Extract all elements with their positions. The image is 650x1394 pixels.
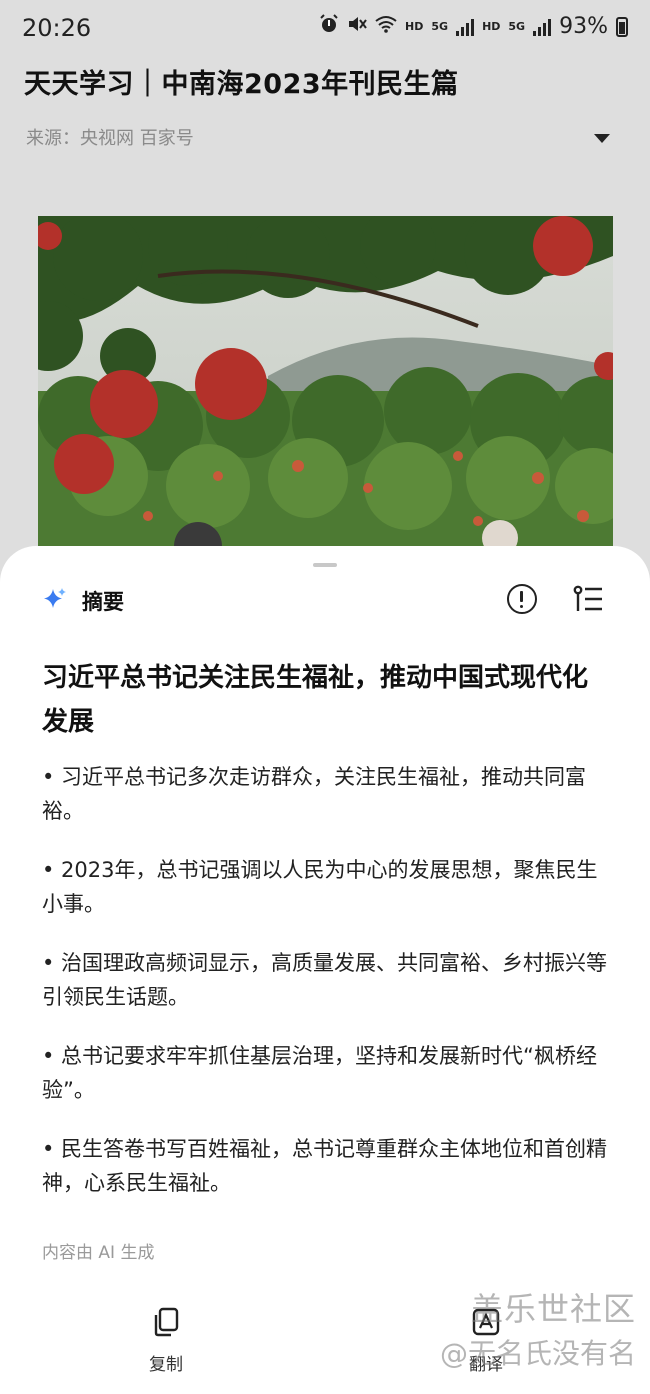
- summary-bottom-sheet: 摘要 习近平总书记关注民生福祉，推动中国式现代化发展 • 习近平总书记多次走访群…: [0, 546, 650, 1394]
- copy-label: 复制: [149, 1355, 183, 1375]
- hd-badge-2: HD: [482, 20, 501, 33]
- summary-header: 摘要: [42, 586, 124, 616]
- status-bar: 20:26 HD 5G HD 5G 93%: [0, 0, 650, 60]
- alarm-icon: [319, 14, 339, 39]
- battery-percent: 93%: [559, 14, 608, 39]
- battery-icon: [616, 16, 628, 37]
- copy-button[interactable]: 复制: [130, 1306, 202, 1375]
- outline-list-icon[interactable]: [572, 584, 604, 614]
- signal-icon-2: [533, 18, 552, 36]
- ai-generated-note: 内容由 AI 生成: [42, 1243, 155, 1263]
- summary-bullet: • 民生答卷书写百姓福祉，总书记尊重群众主体地位和首创精神，心系民生福祉。: [42, 1137, 608, 1195]
- hd-badge-1: HD: [405, 20, 424, 33]
- signal-icon: [456, 18, 475, 36]
- network-badge-1: 5G: [431, 20, 449, 33]
- summary-bullet: • 总书记要求牢牢抓住基层治理，坚持和发展新时代“枫桥经验”。: [42, 1044, 597, 1102]
- article-title[interactable]: 天天学习｜中南海2023年刊民生篇: [24, 62, 459, 101]
- status-icons: HD 5G HD 5G 93%: [319, 14, 628, 39]
- feedback-alert-icon[interactable]: [507, 584, 537, 614]
- article-photo: [38, 216, 613, 556]
- copy-icon: [151, 1307, 181, 1342]
- drag-handle[interactable]: [313, 563, 337, 567]
- sparkle-icon: [42, 586, 68, 616]
- status-time: 20:26: [22, 14, 92, 42]
- watermark-community: 盖乐世社区: [470, 1290, 636, 1328]
- watermark-username: @无名氏没有名: [439, 1337, 636, 1370]
- summary-title: 习近平总书记关注民生福祉，推动中国式现代化发展: [42, 663, 589, 737]
- article-source: 来源：央视网 百家号: [26, 128, 194, 149]
- summary-bullet-list: • 习近平总书记多次走访群众，关注民生福祉，推动共同富裕。 • 2023年，总书…: [42, 760, 612, 1225]
- summary-heading: 摘要: [82, 590, 124, 614]
- mute-icon: [347, 14, 367, 39]
- summary-bullet: • 2023年，总书记强调以人民为中心的发展思想，聚焦民生小事。: [42, 858, 598, 916]
- expand-arrow-icon[interactable]: [594, 134, 610, 143]
- network-badge-2: 5G: [508, 20, 526, 33]
- summary-bullet: • 治国理政高频词显示，高质量发展、共同富裕、乡村振兴等引领民生话题。: [42, 951, 608, 1009]
- wifi-icon: [375, 15, 397, 38]
- summary-bullet: • 习近平总书记多次走访群众，关注民生福祉，推动共同富裕。: [42, 765, 587, 823]
